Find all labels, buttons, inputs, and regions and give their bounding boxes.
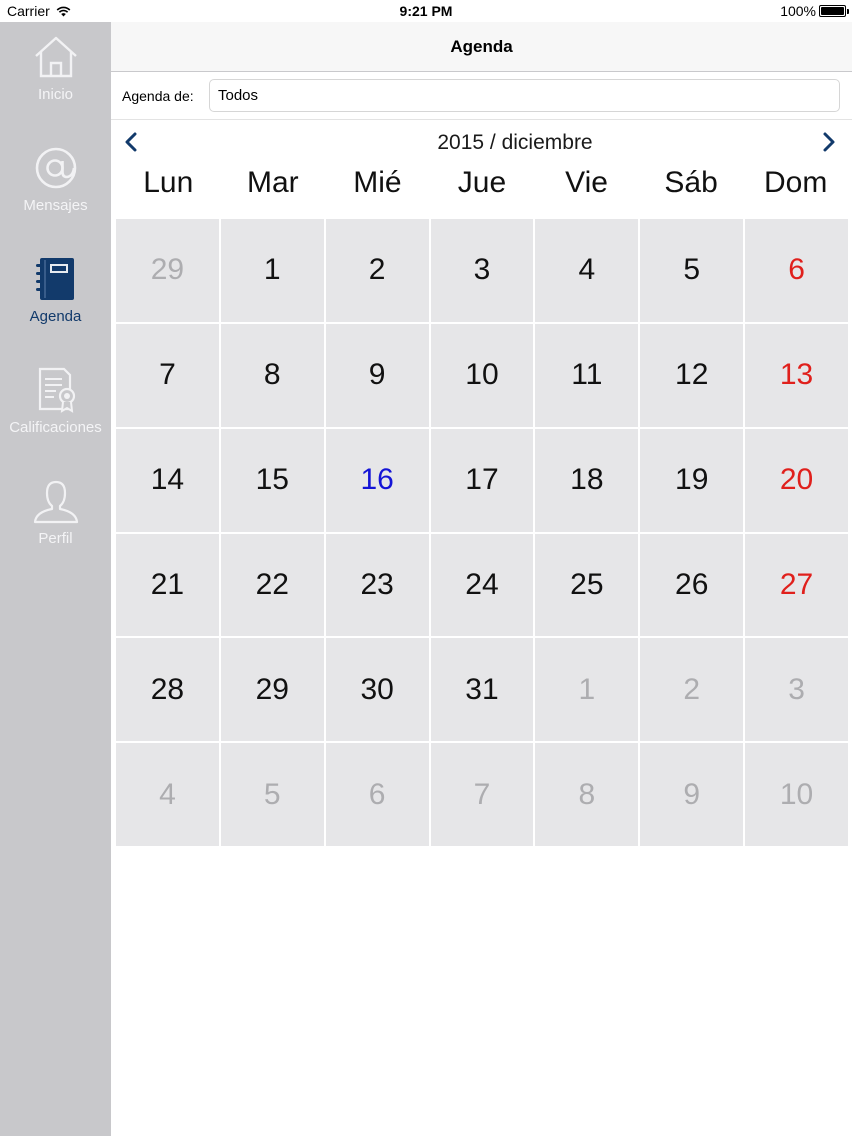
certificate-icon xyxy=(31,363,81,417)
calendar-day[interactable]: 25 xyxy=(535,533,639,637)
calendar-day[interactable]: 21 xyxy=(116,533,219,637)
calendar-day[interactable]: 3 xyxy=(430,219,534,322)
sidebar-item-agenda[interactable]: Agenda xyxy=(0,244,111,344)
weekday-label: Sáb xyxy=(664,166,718,199)
sidebar-item-perfil[interactable]: Perfil xyxy=(0,466,111,566)
battery-icon xyxy=(819,5,849,17)
calendar-day-outside-month[interactable]: 10 xyxy=(745,743,848,846)
calendar-day[interactable]: 27 xyxy=(745,533,848,637)
calendar-day-outside-month[interactable]: 7 xyxy=(430,743,534,846)
calendar-day[interactable]: 18 xyxy=(535,428,639,532)
calendar-day[interactable]: 24 xyxy=(430,533,534,637)
calendar-day[interactable]: 29 xyxy=(220,638,324,742)
calendar-day-outside-month[interactable]: 6 xyxy=(325,743,429,846)
agenda-filter-row: Agenda de: Todos xyxy=(111,72,852,120)
calendar-day[interactable]: 1 xyxy=(220,219,324,322)
at-sign-icon xyxy=(31,141,81,195)
status-bar: Carrier 9:21 PM 100% xyxy=(0,0,852,22)
agenda-filter-select[interactable]: Todos xyxy=(209,79,840,112)
month-title: 2015 / diciembre xyxy=(437,131,593,154)
chevron-right-icon xyxy=(823,132,835,152)
calendar-day[interactable]: 20 xyxy=(745,428,848,532)
home-icon xyxy=(31,30,81,84)
calendar-day[interactable]: 9 xyxy=(325,323,429,427)
calendar-day-outside-month[interactable]: 3 xyxy=(745,638,848,742)
weekday-label: Lun xyxy=(143,166,194,199)
sidebar: Inicio Mensajes Agenda Calificaciones Pe… xyxy=(0,22,111,1136)
sidebar-item-mensajes[interactable]: Mensajes xyxy=(0,133,111,233)
calendar-day[interactable]: 15 xyxy=(220,428,324,532)
agenda-filter-label: Agenda de: xyxy=(122,88,194,104)
calendar-day[interactable]: 30 xyxy=(325,638,429,742)
calendar-day[interactable]: 14 xyxy=(116,428,219,532)
calendar-day-outside-month[interactable]: 5 xyxy=(220,743,324,846)
user-icon xyxy=(31,474,81,528)
calendar-day-outside-month[interactable]: 1 xyxy=(535,638,639,742)
calendar-day-outside-month[interactable]: 9 xyxy=(640,743,744,846)
calendar-day[interactable]: 4 xyxy=(535,219,639,322)
calendar-grid: 29 1 2 3 4 5 6 7 8 9 10 11 12 13 14 15 16 17 18 19 20 21 22 23 2… xyxy=(116,219,848,846)
weekday-label: Jue xyxy=(457,166,507,199)
status-right: 100% xyxy=(780,3,849,19)
sidebar-item-label: Inicio xyxy=(37,86,74,103)
calendar-day-today[interactable]: 16 xyxy=(325,428,429,532)
sidebar-item-inicio[interactable]: Inicio xyxy=(0,22,111,122)
navigation-bar: Agenda xyxy=(111,22,852,72)
sidebar-item-label: Perfil xyxy=(38,530,73,547)
calendar-day-outside-month[interactable]: 2 xyxy=(640,638,744,742)
page-title: Agenda xyxy=(450,37,513,56)
calendar-day[interactable]: 31 xyxy=(430,638,534,742)
weekday-label: Mié xyxy=(353,166,402,199)
next-month-button[interactable] xyxy=(817,130,839,154)
calendar-day-outside-month[interactable]: 29 xyxy=(116,219,219,322)
calendar-day[interactable]: 11 xyxy=(535,323,639,427)
calendar-day[interactable]: 28 xyxy=(116,638,219,742)
sidebar-item-label: Agenda xyxy=(29,308,82,325)
calendar-day[interactable]: 23 xyxy=(325,533,429,637)
notebook-icon xyxy=(31,252,81,306)
calendar-day[interactable]: 19 xyxy=(640,428,744,532)
weekday-label: Dom xyxy=(763,166,828,199)
sidebar-item-label: Calificaciones xyxy=(9,419,102,436)
calendar-day-outside-month[interactable]: 4 xyxy=(116,743,219,846)
calendar-day[interactable]: 2 xyxy=(325,219,429,322)
calendar-day[interactable]: 10 xyxy=(430,323,534,427)
weekday-header: Lun Mar Mié Jue Vie Sáb Dom xyxy=(116,166,848,210)
sidebar-item-label: Mensajes xyxy=(23,197,88,214)
calendar-day[interactable]: 5 xyxy=(640,219,744,322)
battery-percent: 100% xyxy=(780,3,816,19)
calendar-day[interactable]: 7 xyxy=(116,323,219,427)
calendar-day[interactable]: 17 xyxy=(430,428,534,532)
status-time: 9:21 PM xyxy=(399,3,453,19)
calendar-day[interactable]: 8 xyxy=(220,323,324,427)
weekday-label: Mar xyxy=(247,166,299,199)
month-header: 2015 / diciembre xyxy=(111,122,852,162)
calendar-day-outside-month[interactable]: 8 xyxy=(535,743,639,846)
calendar-day[interactable]: 6 xyxy=(745,219,848,322)
weekday-label: Vie xyxy=(565,166,608,199)
calendar-day[interactable]: 13 xyxy=(745,323,848,427)
calendar-day[interactable]: 22 xyxy=(220,533,324,637)
calendar-day[interactable]: 26 xyxy=(640,533,744,637)
calendar-day[interactable]: 12 xyxy=(640,323,744,427)
sidebar-item-calificaciones[interactable]: Calificaciones xyxy=(0,355,111,455)
